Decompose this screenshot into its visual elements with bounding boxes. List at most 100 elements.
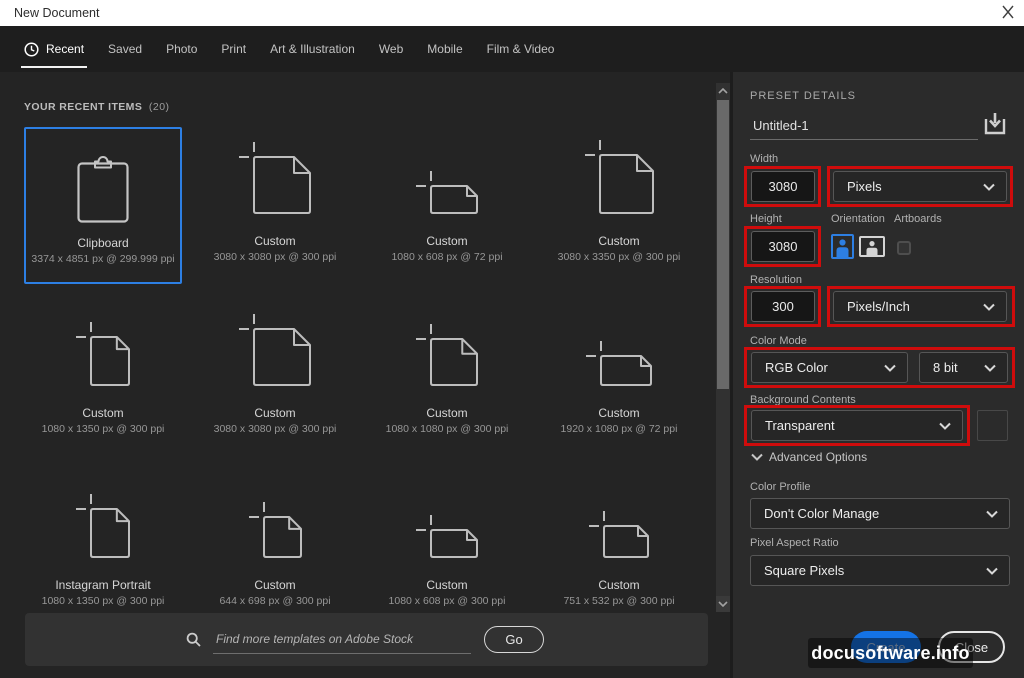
advanced-options-toggle[interactable]: Advanced Options [751, 450, 867, 464]
template-item-custom[interactable]: Custom 1080 x 1080 px @ 300 ppi [368, 299, 526, 456]
orientation-landscape-button[interactable] [859, 236, 885, 257]
stock-search-bar: Find more templates on Adobe Stock Go [25, 613, 708, 666]
tab-film-video[interactable]: Film & Video [487, 26, 555, 72]
go-button[interactable]: Go [484, 626, 544, 653]
pixel-aspect-ratio-dropdown[interactable]: Square Pixels [750, 555, 1010, 586]
chevron-down-icon [986, 567, 998, 575]
chevron-down-icon [983, 303, 995, 311]
template-item-custom[interactable]: Custom3080 x 3350 px @ 300 ppi [540, 127, 698, 284]
chevron-down-icon [983, 183, 995, 191]
close-icon[interactable] [996, 2, 1020, 24]
bit-depth-dropdown[interactable]: 8 bit [919, 352, 1008, 383]
template-size: 1080 x 1350 px @ 300 ppi [24, 595, 182, 607]
document-page-icon [196, 307, 354, 388]
category-tabbar: Recent Saved Photo Print Art & Illustration W… [0, 26, 1024, 72]
template-name: Custom [196, 234, 354, 248]
resolution-input[interactable]: 300 [751, 291, 815, 322]
template-name: Custom [368, 578, 526, 592]
chevron-down-icon [751, 453, 763, 461]
resolution-unit-dropdown[interactable]: Pixels/Inch [833, 291, 1007, 322]
window-title: New Document [14, 0, 99, 26]
template-item-custom[interactable]: Custom 644 x 698 px @ 300 ppi [196, 471, 354, 628]
template-name: Custom [368, 234, 526, 248]
background-contents-dropdown[interactable]: Transparent [751, 410, 963, 441]
width-unit-dropdown[interactable]: Pixels [833, 171, 1007, 202]
template-size: 1080 x 1350 px @ 300 ppi [24, 423, 182, 435]
artboards-label: Artboards [894, 213, 942, 225]
tab-print[interactable]: Print [221, 26, 246, 72]
template-size: 1920 x 1080 px @ 72 ppi [540, 423, 698, 435]
width-input[interactable]: 3080 [751, 171, 815, 202]
search-placeholder: Find more templates on Adobe Stock [213, 632, 413, 646]
pixel-aspect-ratio-label: Pixel Aspect Ratio [750, 537, 839, 549]
template-size: 644 x 698 px @ 300 ppi [196, 595, 354, 607]
template-size: 751 x 532 px @ 300 ppi [540, 595, 698, 607]
template-item-custom[interactable]: Custom 1080 x 608 px @ 300 ppi [368, 471, 526, 628]
document-page-icon [24, 479, 182, 560]
document-page-icon [368, 307, 526, 388]
templates-panel: YOUR RECENT ITEMS (20) Clipboard3374 x 4… [0, 72, 731, 678]
clock-icon [24, 42, 39, 57]
template-size: 3080 x 3080 px @ 300 ppi [196, 251, 354, 263]
document-page-icon [24, 307, 182, 388]
template-item-custom[interactable]: Custom 3080 x 3080 px @ 300 ppi [196, 299, 354, 456]
save-preset-icon[interactable] [984, 111, 1006, 136]
document-page-icon [368, 479, 526, 560]
document-page-icon [540, 479, 698, 560]
template-size: 3080 x 3080 px @ 300 ppi [196, 423, 354, 435]
color-mode-label: Color Mode [750, 335, 807, 347]
template-item-custom[interactable]: Custom 1080 x 1350 px @ 300 ppi [24, 299, 182, 456]
template-size: 1080 x 608 px @ 300 ppi [368, 595, 526, 607]
orientation-label: Orientation [831, 213, 885, 225]
template-name: Custom [540, 406, 698, 420]
document-page-icon [196, 479, 354, 560]
search-icon [185, 631, 203, 649]
color-mode-dropdown[interactable]: RGB Color [751, 352, 908, 383]
template-name: Custom [196, 578, 354, 592]
color-profile-dropdown[interactable]: Don't Color Manage [750, 498, 1010, 529]
template-item-custom[interactable]: Custom 3080 x 3080 px @ 300 ppi [196, 127, 354, 284]
scrollbar-thumb[interactable] [717, 100, 729, 389]
tab-saved[interactable]: Saved [108, 26, 142, 72]
template-item-instagram-portrait[interactable]: Instagram Portrait 1080 x 1350 px @ 300 p… [24, 471, 182, 628]
template-item-custom[interactable]: Custom 1080 x 608 px @ 72 ppi [368, 127, 526, 284]
template-name: Instagram Portrait [24, 578, 182, 592]
template-item-custom[interactable]: Custom751 x 532 px @ 300 ppi [540, 471, 698, 628]
tab-mobile[interactable]: Mobile [427, 26, 462, 72]
template-size: 3374 x 4851 px @ 299.999 ppi [26, 253, 180, 265]
template-name: Custom [24, 406, 182, 420]
stock-search-input[interactable]: Find more templates on Adobe Stock [213, 626, 471, 654]
clipboard-icon [26, 137, 180, 223]
preset-details-heading: PRESET DETAILS [750, 90, 856, 102]
scrollbar-down-icon[interactable] [716, 596, 730, 612]
template-size: 3080 x 3350 px @ 300 ppi [540, 251, 698, 263]
document-page-icon [540, 135, 698, 216]
tab-art-illustration[interactable]: Art & Illustration [270, 26, 355, 72]
document-page-icon [196, 135, 354, 216]
template-name: Custom [368, 406, 526, 420]
scrollbar[interactable] [716, 83, 730, 612]
tab-recent[interactable]: Recent [24, 26, 84, 72]
background-color-swatch[interactable] [977, 410, 1008, 441]
chevron-down-icon [984, 364, 996, 372]
artboards-checkbox[interactable] [897, 241, 911, 255]
template-size: 1080 x 1080 px @ 300 ppi [368, 423, 526, 435]
chevron-down-icon [986, 510, 998, 518]
template-name: Custom [196, 406, 354, 420]
document-name-input[interactable]: Untitled-1 [750, 114, 978, 140]
document-page-icon [368, 135, 526, 216]
tab-web[interactable]: Web [379, 26, 403, 72]
dialog-titlebar: New Document [0, 0, 1024, 26]
height-input[interactable]: 3080 [751, 231, 815, 262]
template-item-clipboard[interactable]: Clipboard 3374 x 4851 px @ 299.999 ppi [24, 127, 182, 284]
template-name: Clipboard [26, 236, 180, 250]
chevron-down-icon [884, 364, 896, 372]
scrollbar-up-icon[interactable] [716, 83, 730, 99]
template-item-custom[interactable]: Custom 1920 x 1080 px @ 72 ppi [540, 299, 698, 456]
watermark: docusoftware.info [808, 638, 973, 668]
template-size: 1080 x 608 px @ 72 ppi [368, 251, 526, 263]
tab-photo[interactable]: Photo [166, 26, 197, 72]
resolution-label: Resolution [750, 274, 802, 286]
color-profile-label: Color Profile [750, 481, 811, 493]
orientation-portrait-button[interactable] [831, 234, 854, 259]
